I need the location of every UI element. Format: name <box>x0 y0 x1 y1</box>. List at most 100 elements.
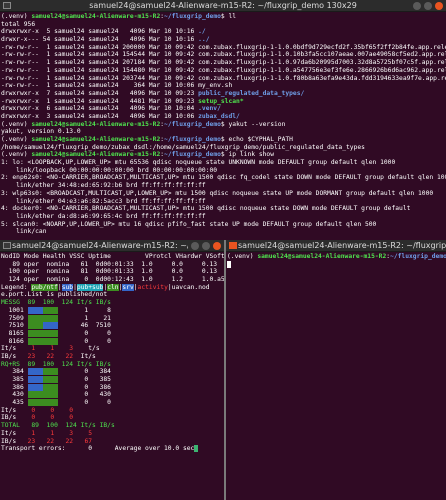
terminal-text <box>27 314 43 322</box>
terminal-line: 3: wlp63s0: <BROADCAST,MULTICAST,UP,LOWE… <box>1 190 446 198</box>
close-button[interactable] <box>213 242 221 250</box>
terminal-text: 1 21 <box>57 314 111 322</box>
terminal-text <box>42 368 58 376</box>
terminal-line: link/ether 04:e3:a6:82:5acc3 brd ff:ff:f… <box>1 198 446 206</box>
terminal-line: link/ether 34:48:ed:65:92:b6 brd ff:ff:f… <box>1 182 446 190</box>
terminal-text: .venv/ <box>198 105 221 113</box>
terminal-line: 430 0 430 <box>1 391 224 399</box>
yakut-subscribe-output[interactable]: (.venv) samuel24@samuel24-Alienware-m15-… <box>227 253 446 500</box>
terminal-line: drwxrwxr-x 5 samuel24 samuel24 4096 Mar … <box>1 28 446 36</box>
terminal-text: 22 <box>46 437 55 445</box>
terminal-text: -rwxrwxr-x 1 samuel24 samuel24 4481 Mar … <box>1 97 199 105</box>
terminal-text: total 956 <box>1 20 36 28</box>
terminal-text: -rw-rw-r-- 1 samuel24 samuel24 200000 Ma… <box>1 43 446 51</box>
terminal-text: Transport errors: 0 Average over 10.0 se… <box>1 445 195 453</box>
yakut-monitor-output[interactable]: NodID Mode Health VSSC Uptime VProtcl VH… <box>1 253 224 500</box>
terminal-line: TOTAL 89 100 124 It/s IB/s <box>1 422 224 430</box>
terminal-text: srv <box>122 283 134 291</box>
terminal-text: 430 <box>1 391 28 399</box>
terminal-line: -rw-rw-r-- 1 samuel24 samuel24 364 Mar 1… <box>1 82 446 90</box>
terminal-line: drwxrwxr-x 3 samuel24 samuel24 4096 Mar … <box>1 113 446 121</box>
terminal-text: ~/fluxgrip_demo <box>164 136 221 143</box>
terminal-line: link/loopback 00:00:00:00:00:00 brd 00:0… <box>1 167 446 175</box>
terminal-text: 22 <box>65 437 74 445</box>
terminal-text <box>27 399 43 407</box>
terminal-text: 0 384 <box>57 368 111 376</box>
left-terminal-titlebar[interactable]: samuel24@samuel24-Alienware-m15-R2: ~/fl… <box>0 240 224 252</box>
minimize-button[interactable] <box>413 2 421 10</box>
terminal-text: 385 <box>1 376 28 383</box>
terminal-text <box>194 445 199 453</box>
terminal-line: MESSG 89 100 124 It/s IB/s <box>1 299 224 307</box>
terminal-line: RQ+RS 89 100 124 It/s IB/s <box>1 361 224 369</box>
terminal-text: pub/ntf <box>31 283 58 291</box>
terminal-line: 5: slcan0: <NOARP,UP,LOWER_UP> mtu 16 qd… <box>1 221 446 229</box>
terminal-line: 384 0 384 <box>1 368 224 376</box>
terminal-line: drwxrwxr-x 6 samuel24 samuel24 4096 Mar … <box>1 105 446 113</box>
terminal-text: RQ+RS 89 100 124 It/s IB/s <box>1 360 111 368</box>
window-title: samuel24@samuel24-Alienware-m15-R2: ~/fl… <box>89 1 357 10</box>
terminal-line: Legend: pub/ntf|sub|pub+sub|cln|srv|acti… <box>1 283 224 292</box>
window-divider <box>224 240 226 500</box>
terminal-line: -rw-rw-r-- 1 samuel24 samuel24 203744 Ma… <box>1 75 446 83</box>
terminal-line: 1001 1 8 <box>1 306 224 315</box>
terminal-line: 8165 0 0 <box>1 329 224 338</box>
terminal-line: 8166 0 0 <box>1 337 224 346</box>
close-button[interactable] <box>435 2 443 10</box>
terminal-text <box>27 337 43 345</box>
terminal-text: link/can <box>1 228 47 236</box>
terminal-text: link/ether 34:48:ed:65:92:b6 brd ff:ff:f… <box>1 182 206 190</box>
terminal-output[interactable]: (.venv) samuel24@samuel24-Alienware-m15-… <box>1 13 446 239</box>
terminal-text: (.venv) <box>1 136 32 143</box>
terminal-text <box>42 329 58 337</box>
terminal-text <box>42 391 58 399</box>
terminal-text <box>42 322 58 330</box>
terminal-text: 0 386 <box>57 383 111 391</box>
terminal-text <box>27 306 43 314</box>
terminal-text: (.venv) <box>1 120 32 128</box>
terminal-text: samuel24@samuel24-Alienware-m15-R2 <box>31 136 161 143</box>
terminal-text: pub+sub <box>76 283 104 291</box>
terminal-text: 1001 <box>1 306 28 314</box>
terminal-line: drwxrwxr-x 7 samuel24 samuel24 4096 Mar … <box>1 90 446 98</box>
terminal-text: -rw-rw-r-- 1 samuel24 samuel24 364 Mar 1… <box>1 82 233 90</box>
terminal-text: 46 7510 <box>57 322 111 330</box>
terminal-text: MESSG 89 100 124 It/s IB/s <box>1 299 111 307</box>
maximize-button[interactable] <box>202 242 210 250</box>
terminal-text: ~/fluxgrip_demo <box>164 13 221 20</box>
terminal-line: (.venv) samuel24@samuel24-Alienware-m15-… <box>227 253 446 261</box>
right-terminal-titlebar[interactable]: samuel24@samuel24-Alienware-m15-R2: ~/fl… <box>226 240 446 252</box>
terminal-line: 386 0 386 <box>1 383 224 392</box>
terminal-text <box>27 368 43 376</box>
terminal-line: 100 oper nomina 81 0d00:01:33 1.0 0.0 0.… <box>1 268 224 276</box>
terminal-text: 386 <box>1 383 28 391</box>
terminal-text <box>42 383 58 391</box>
terminal-text: 0 <box>69 406 74 414</box>
terminal-text: (.venv) <box>1 151 32 159</box>
terminal-line: 385 0 385 <box>1 376 224 384</box>
terminal-line: 7510 46 7510 <box>1 322 224 330</box>
terminal-text: 8165 <box>1 329 28 337</box>
terminal-text: ~/fluxgrip_demo <box>390 253 446 260</box>
terminal-text: 8166 <box>1 337 28 345</box>
terminal-line: IB/s 0 0 0 <box>1 414 224 422</box>
terminal-text: 5 <box>88 429 93 437</box>
terminal-line: 89 oper nomina 61 0d00:01:33 1.0 0.0 0.1… <box>1 261 224 269</box>
maximize-button[interactable] <box>424 2 432 10</box>
top-terminal-titlebar[interactable]: samuel24@samuel24-Alienware-m15-R2: ~/fl… <box>0 0 446 12</box>
terminal-text: 22 <box>65 352 74 360</box>
terminal-icon <box>229 242 237 249</box>
terminal-text: zubax_dsdl/ <box>198 112 240 120</box>
terminal-text: /home/samuel24/fluxgrip_demo/zubax_dsdl:… <box>1 143 365 151</box>
terminal-line: It/s 0 0 0 <box>1 407 224 415</box>
terminal-line: link/ether da:d8:a6:99:65:4c brd ff:ff:f… <box>1 213 446 221</box>
terminal-line: It/s 1 1 3 t/s <box>1 345 224 353</box>
terminal-text: 1: lo: <LOOPBACK,UP,LOWER_UP> mtu 65536 … <box>1 159 396 167</box>
terminal-text <box>42 376 58 383</box>
terminal-text <box>42 337 58 345</box>
minimize-button[interactable] <box>191 242 199 250</box>
terminal-text: public_regulated_data_types/ <box>198 89 305 97</box>
